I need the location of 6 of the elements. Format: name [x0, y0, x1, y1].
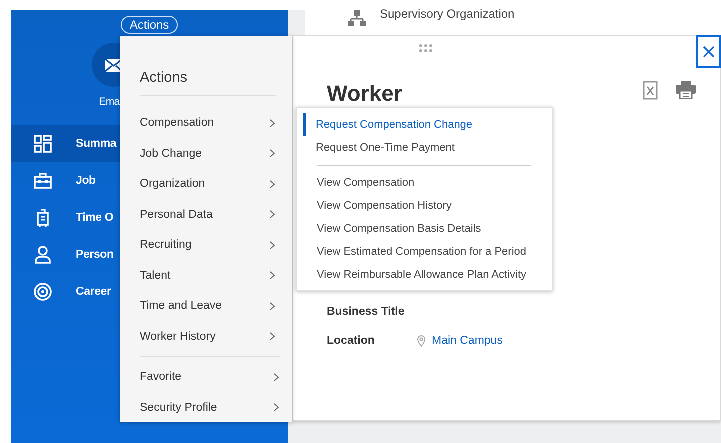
email-label: Ema: [99, 96, 120, 108]
menu-title: Actions: [140, 70, 276, 96]
field-label: Location: [327, 335, 376, 347]
panel-title: Worker: [327, 81, 402, 107]
card-label: Supervisory Organization: [380, 7, 515, 21]
field-label: Business Title: [327, 306, 406, 318]
